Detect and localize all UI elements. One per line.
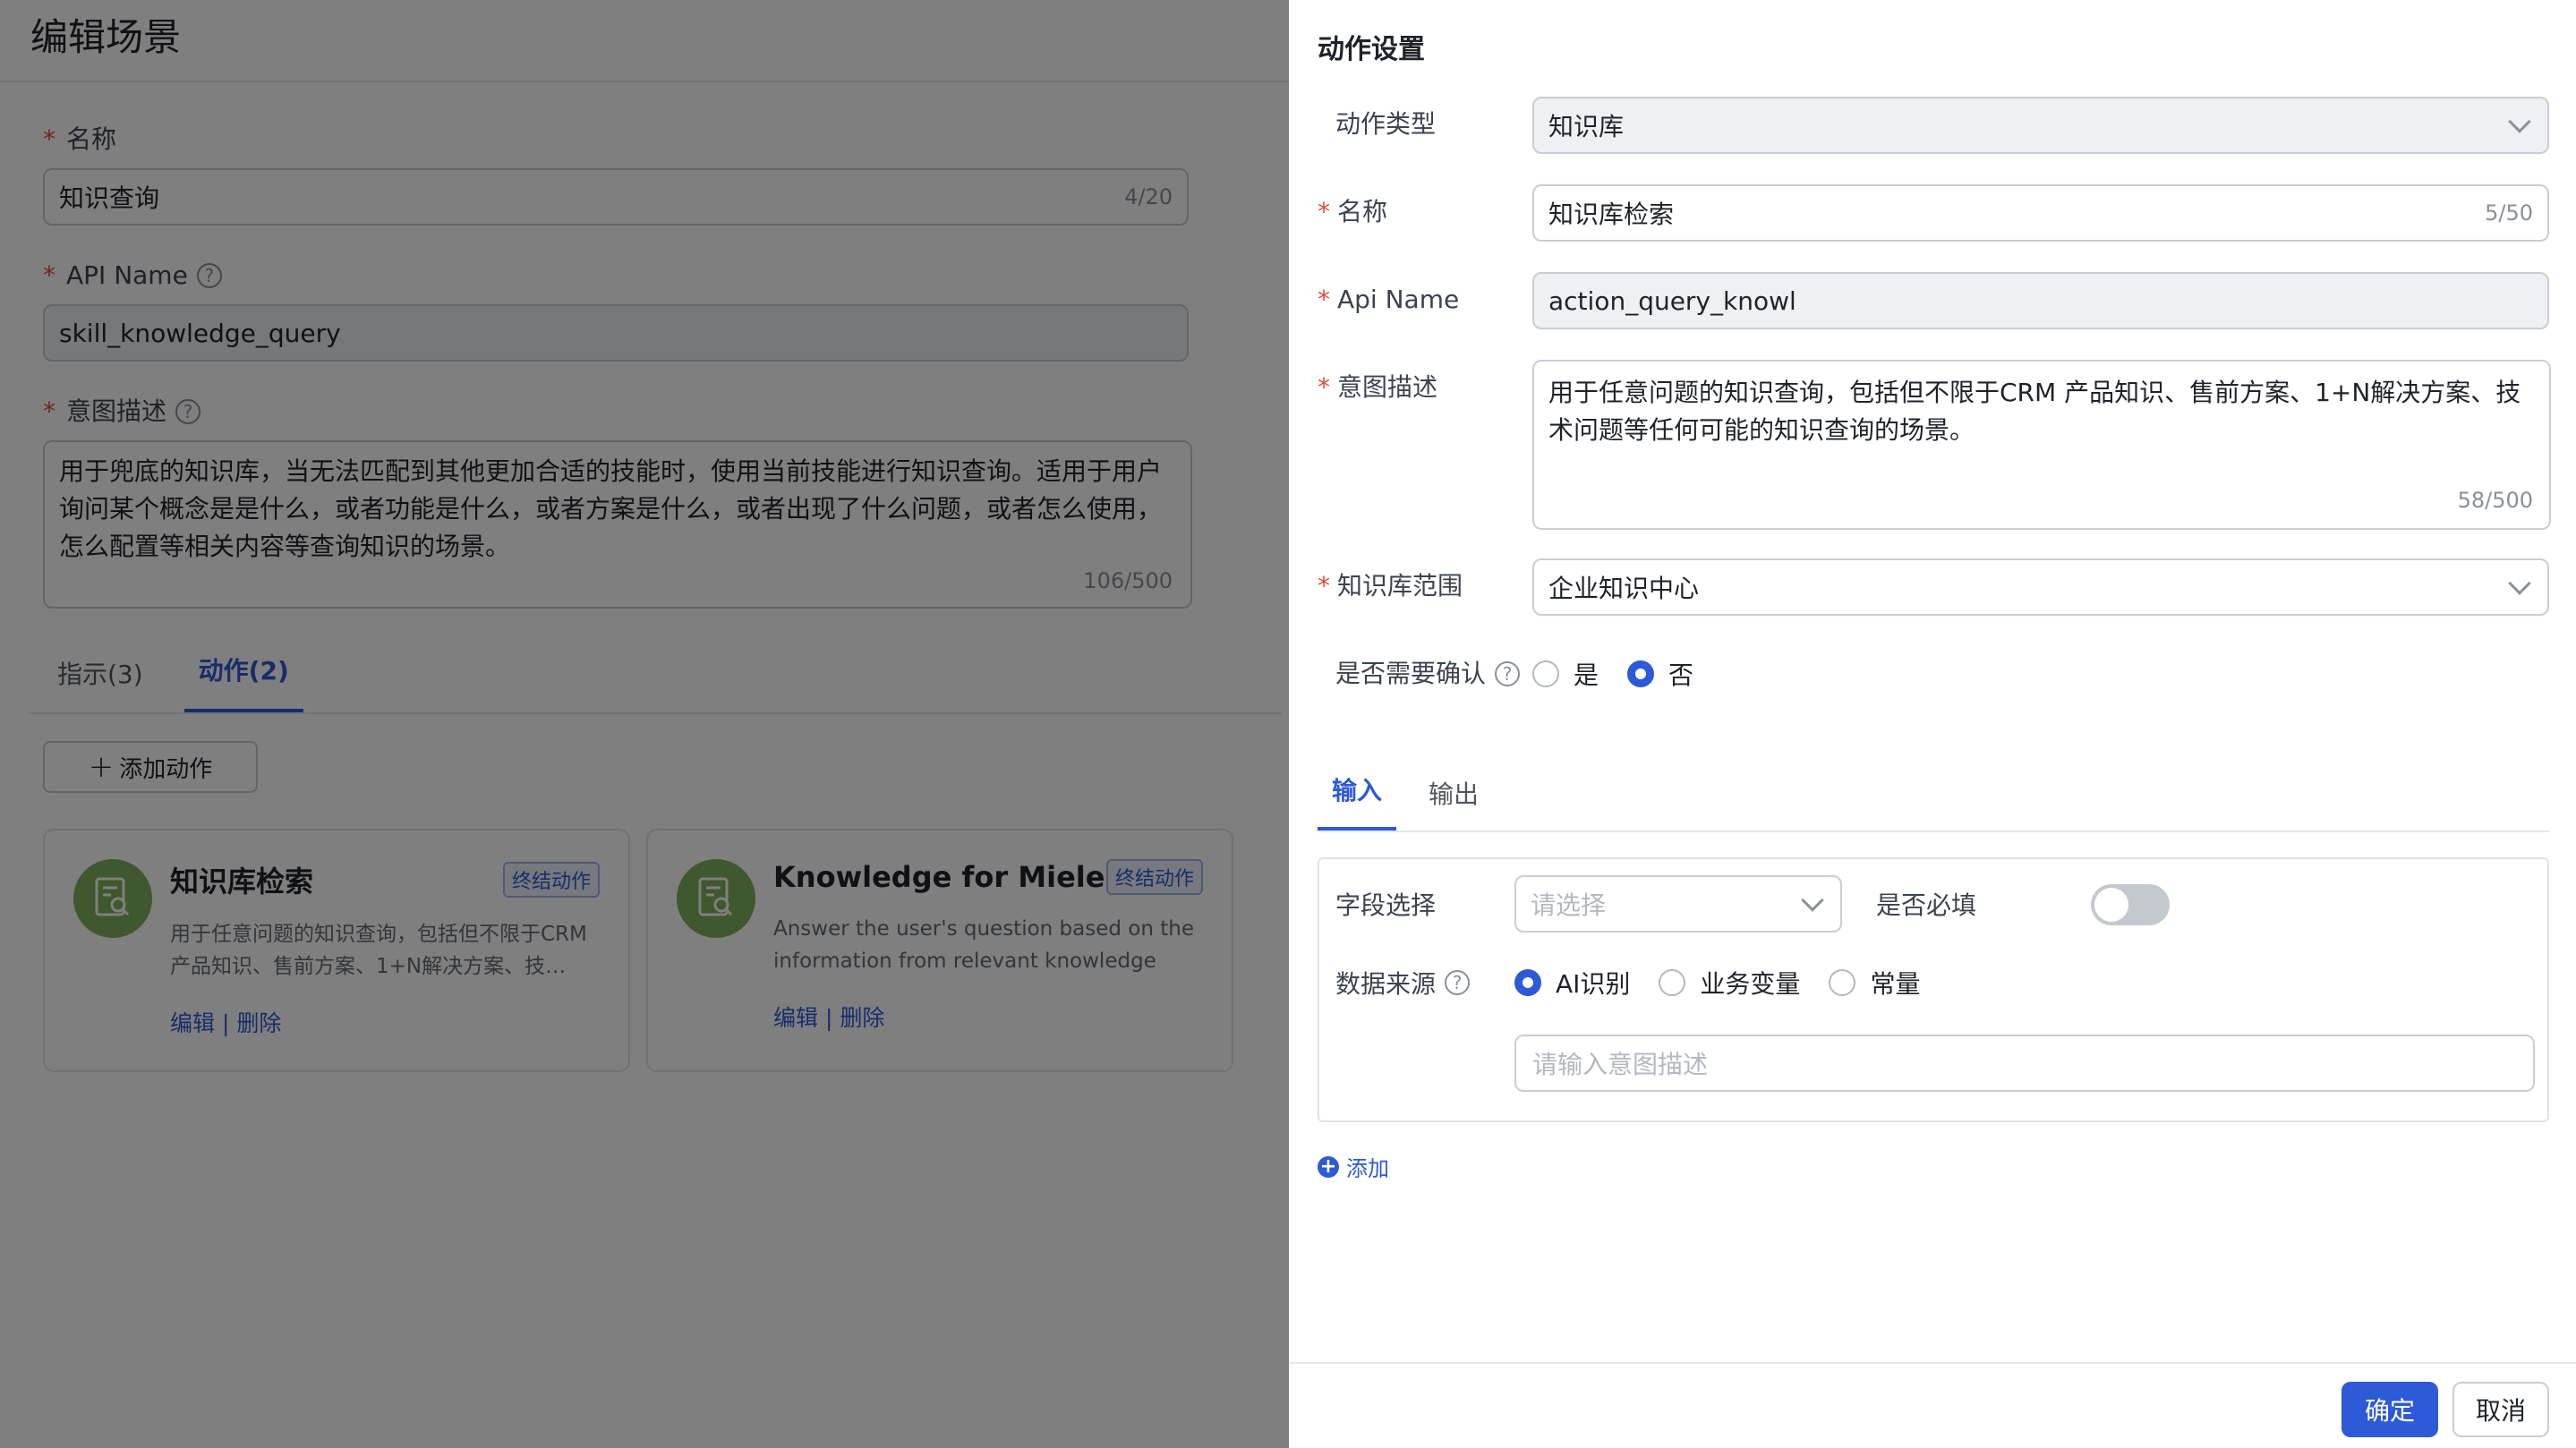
source-radio-group: AI识别 业务变量 常量 [1514,965,1949,1001]
confirm-radio-group: 是 否 [1532,646,1722,702]
radio-checked-icon [1627,660,1655,687]
modal-mask[interactable] [0,0,1289,1448]
drawer-api-field: action_query_knowl [1532,272,2549,329]
action-type-row: 动作类型 [1318,97,1532,152]
drawer-name-field[interactable]: 知识库检索 5/50 [1532,184,2549,242]
radio-checked-icon [1514,969,1541,996]
help-icon[interactable]: ? [1445,970,1471,995]
drawer-title: 动作设置 [1318,34,1425,65]
confirm-no-radio[interactable]: 否 [1627,656,1693,692]
scope-select[interactable]: 企业知识中心 [1532,558,2549,616]
toggle-knob [2094,888,2128,922]
drawer-api-value: action_query_knowl [1548,285,1796,316]
drawer-intent-textarea[interactable]: 用于任意问题的知识查询，包括但不限于CRM 产品知识、售前方案、1+N解决方案、… [1532,360,2551,530]
intent-description-input[interactable]: 请输入意图描述 [1514,1035,2535,1092]
input-field-panel: 字段选择 请选择 是否必填 数据来源? AI识别 业务变量 常量 请输入意图描述 [1318,857,2549,1122]
add-circle-icon: + [1318,1155,1339,1178]
source-constant-radio[interactable]: 常量 [1829,965,1920,1001]
radio-unchecked-icon [1659,969,1686,996]
drawer-intent-value: 用于任意问题的知识查询，包括但不限于CRM 产品知识、售前方案、1+N解决方案、… [1548,378,2521,445]
drawer-footer: 确定 取消 [1289,1362,2576,1448]
field-select-placeholder: 请选择 [1531,890,1607,920]
add-field-button[interactable]: + 添加 [1318,1151,1389,1182]
action-settings-drawer: 动作设置 动作类型 知识库 * 名称 知识库检索 5/50 * Api Name a… [1289,0,2576,1448]
io-tabs: 输入 输出 [1318,766,2549,832]
required-toggle[interactable] [2091,884,2170,925]
cancel-button[interactable]: 取消 [2452,1382,2549,1437]
drawer-name-value: 知识库检索 [1548,200,1675,229]
field-select[interactable]: 请选择 [1514,875,1842,933]
chevron-down-icon [1801,889,1824,912]
chevron-down-icon [2508,572,2531,595]
chevron-down-icon [2508,110,2531,133]
field-select-label: 字段选择 [1335,890,1437,920]
radio-unchecked-icon [1829,969,1856,996]
api-name-row: * Api Name [1318,272,1532,328]
help-icon[interactable]: ? [1495,661,1521,686]
confirm-button[interactable]: 确定 [2341,1382,2438,1437]
source-variable-radio[interactable]: 业务变量 [1659,965,1800,1001]
action-type-select[interactable]: 知识库 [1532,97,2549,154]
confirm-yes-radio[interactable]: 是 [1532,656,1599,692]
intent-input-placeholder: 请输入意图描述 [1532,1050,1709,1079]
scope-row: * 知识库范围 [1318,558,1532,614]
confirm-row: 是否需要确认? 是 否 [1318,646,1722,702]
action-type-label: 动作类型 [1335,109,1437,139]
drawer-intent-count: 58/500 [2457,488,2533,513]
scope-value: 企业知识中心 [1548,574,1700,603]
tab-input[interactable]: 输入 [1318,771,1397,830]
action-type-value: 知识库 [1548,112,1625,141]
radio-unchecked-icon [1532,660,1559,687]
required-label: 是否必填 [1876,890,1977,920]
tab-output[interactable]: 输出 [1414,775,1493,830]
name-row: * 名称 [1318,184,1532,240]
source-label: 数据来源? [1335,965,1471,1001]
drawer-api-label: * Api Name [1318,285,1460,314]
drawer-name-label: * 名称 [1318,197,1388,226]
source-ai-radio[interactable]: AI识别 [1514,965,1630,1001]
drawer-intent-label: * 意图描述 [1318,372,1438,402]
scope-label: * 知识库范围 [1318,571,1463,600]
drawer-name-count: 5/50 [2485,200,2533,226]
confirm-label: 是否需要确认? [1318,646,1532,702]
intent-row: * 意图描述 [1318,360,1532,415]
